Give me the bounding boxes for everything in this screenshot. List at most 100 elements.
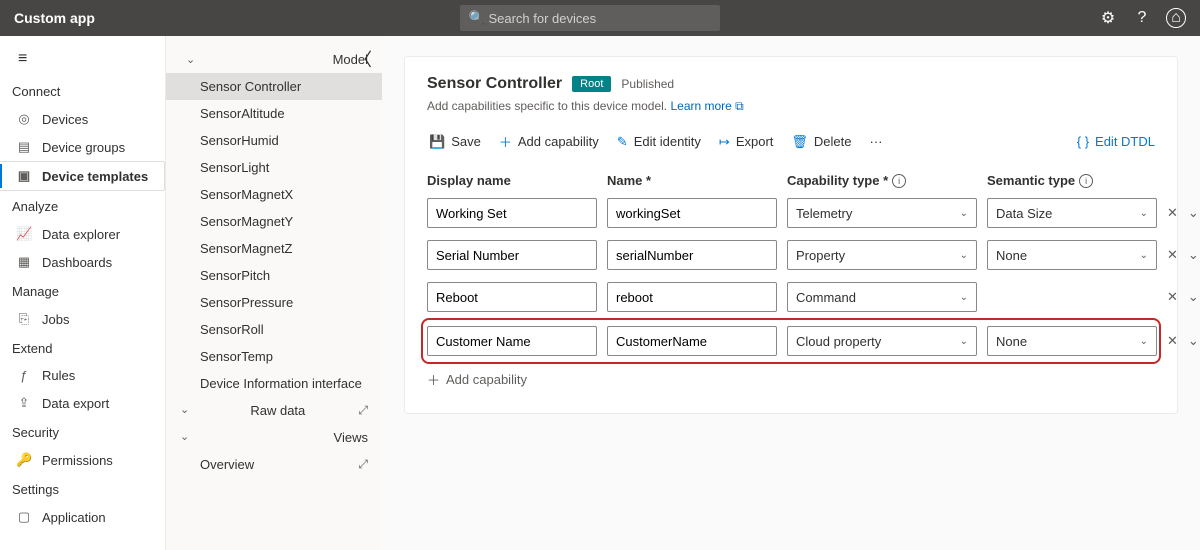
nav-devices[interactable]: ◎Devices (0, 105, 165, 133)
tree-item[interactable]: SensorTemp (166, 343, 382, 370)
row-actions: ✕⌄ (1167, 247, 1200, 263)
semantic-type-select[interactable]: Data Size⌄ (987, 198, 1157, 228)
nav-data-explorer[interactable]: 📈Data explorer (0, 220, 165, 248)
remove-icon[interactable]: ✕ (1167, 333, 1178, 349)
top-bar-actions: ⚙ ? ⌂ (1098, 8, 1186, 28)
chevron-down-icon: ⌄ (960, 292, 968, 303)
tree-group-rawdata[interactable]: Raw data ⤢ (166, 397, 382, 424)
tree-group-views[interactable]: Views (166, 424, 382, 451)
export-button[interactable]: ↦Export (717, 130, 775, 154)
display-name-input[interactable] (427, 326, 597, 356)
display-name-input[interactable] (427, 282, 597, 312)
chevron-down-icon: ⌄ (1140, 250, 1148, 261)
info-icon[interactable]: i (1079, 174, 1093, 188)
tree-label: SensorLight (200, 160, 269, 175)
nav-label: Permissions (42, 453, 113, 468)
application-icon: ▢ (16, 509, 32, 525)
semantic-type-select[interactable]: None⌄ (987, 326, 1157, 356)
name-input[interactable] (607, 282, 777, 312)
nav-label: Data explorer (42, 227, 120, 242)
nav-label: Data export (42, 396, 109, 411)
delete-button[interactable]: 🗑Delete (789, 130, 853, 154)
search-box: 🔍 (460, 5, 720, 31)
templates-icon: ▣ (16, 168, 32, 184)
select-value: Data Size (996, 206, 1052, 221)
nav-data-export[interactable]: ⇪ Data export (0, 389, 165, 417)
expand-icon[interactable]: ⤢ (358, 403, 368, 418)
capability-type-select[interactable]: Telemetry⌄ (787, 198, 977, 228)
expand-row-icon[interactable]: ⌄ (1188, 247, 1199, 263)
tree-item[interactable]: SensorPitch (166, 262, 382, 289)
cmd-label: Add capability (518, 134, 599, 149)
devices-icon: ◎ (16, 111, 32, 127)
capability-type-select[interactable]: Cloud property⌄ (787, 326, 977, 356)
display-name-input[interactable] (427, 198, 597, 228)
table-header: Display name Name * Capability type *i S… (427, 173, 1155, 188)
more-button[interactable]: ··· (867, 130, 884, 153)
name-input[interactable] (607, 326, 777, 356)
search-icon: 🔍 (468, 10, 484, 26)
nav-device-templates[interactable]: ▣ Device templates (0, 161, 165, 191)
add-capability-row[interactable]: ＋ Add capability (427, 370, 1155, 389)
edit-dtdl-button[interactable]: { }Edit DTDL (1077, 134, 1155, 149)
hamburger-icon[interactable]: ≡ (0, 46, 165, 76)
subtitle: Add capabilities specific to this device… (427, 99, 1155, 114)
tree-item[interactable]: SensorHumid (166, 127, 382, 154)
nav-jobs[interactable]: ⎘Jobs (0, 305, 165, 333)
tree-item[interactable]: Sensor Controller (166, 73, 382, 100)
expand-row-icon[interactable]: ⌄ (1188, 205, 1199, 221)
tree-item-overview[interactable]: Overview⤢ (166, 451, 382, 478)
chevron-down-icon: ⌄ (960, 336, 968, 347)
nav-label: Device templates (42, 169, 148, 184)
nav-application[interactable]: ▢Application (0, 503, 165, 531)
expand-row-icon[interactable]: ⌄ (1188, 289, 1199, 305)
export-icon: ⇪ (16, 395, 32, 411)
tree-item[interactable]: SensorRoll (166, 316, 382, 343)
learn-more-link[interactable]: Learn more ⧉ (670, 99, 743, 113)
tree-label: Raw data (250, 403, 305, 418)
info-icon[interactable]: i (892, 174, 906, 188)
profile-icon[interactable]: ⌂ (1166, 8, 1186, 28)
cmd-label: Edit identity (634, 134, 701, 149)
edit-identity-button[interactable]: ✎Edit identity (615, 130, 703, 154)
display-name-input[interactable] (427, 240, 597, 270)
save-button[interactable]: 💾Save (427, 130, 483, 154)
remove-icon[interactable]: ✕ (1167, 247, 1178, 263)
help-icon[interactable]: ? (1132, 8, 1152, 28)
capability-row: Property⌄ None⌄ ✕⌄ (427, 240, 1155, 270)
semantic-type-select[interactable]: None⌄ (987, 240, 1157, 270)
cmd-label: Save (451, 134, 481, 149)
name-input[interactable] (607, 240, 777, 270)
remove-icon[interactable]: ✕ (1167, 289, 1178, 305)
tree-item[interactable]: SensorMagnetZ (166, 235, 382, 262)
capability-type-select[interactable]: Command ⌄ (787, 282, 977, 312)
chevron-down-icon: ⌄ (960, 208, 968, 219)
nav-permissions[interactable]: 🔑Permissions (0, 446, 165, 474)
tree-item[interactable]: SensorLight (166, 154, 382, 181)
tree-item[interactable]: SensorMagnetX (166, 181, 382, 208)
row-actions: ✕⌄ (1167, 205, 1200, 221)
tree-label: SensorMagnetY (200, 214, 293, 229)
nav-rules[interactable]: ƒRules (0, 362, 165, 389)
name-input[interactable] (607, 198, 777, 228)
tree-item[interactable]: SensorAltitude (166, 100, 382, 127)
expand-icon[interactable]: ⤢ (358, 457, 368, 472)
nav-dashboards[interactable]: ▦Dashboards (0, 248, 165, 276)
tree-item[interactable]: Device Information interface (166, 370, 382, 397)
nav-device-groups[interactable]: ▤Device groups (0, 133, 165, 161)
subtitle-text: Add capabilities specific to this device… (427, 99, 667, 113)
gear-icon[interactable]: ⚙ (1098, 8, 1118, 28)
tree-item[interactable]: SensorMagnetY (166, 208, 382, 235)
tree-label: SensorMagnetZ (200, 241, 293, 256)
select-value: Command (796, 290, 856, 305)
expand-row-icon[interactable]: ⌄ (1188, 333, 1199, 349)
search-input[interactable] (460, 5, 720, 31)
add-capability-button[interactable]: ＋Add capability (497, 128, 601, 155)
tree-item[interactable]: SensorPressure (166, 289, 382, 316)
back-icon[interactable]: 〈 (354, 46, 372, 72)
remove-icon[interactable]: ✕ (1167, 205, 1178, 221)
capability-type-select[interactable]: Property⌄ (787, 240, 977, 270)
trash-icon: 🗑 (791, 134, 808, 150)
nav-section-manage: Manage (0, 276, 165, 305)
tree-group-model[interactable]: Model (166, 46, 382, 73)
